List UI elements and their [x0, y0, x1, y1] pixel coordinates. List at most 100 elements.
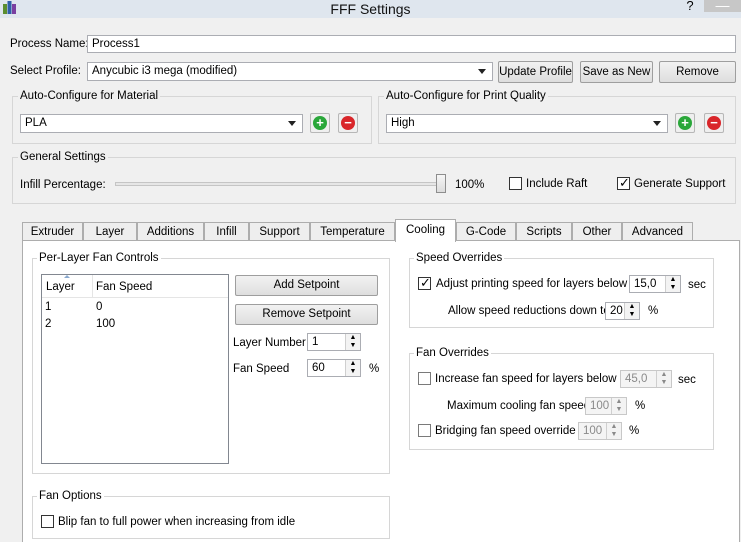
fan-speed-spinbox[interactable]: 60 ▲ ▼: [307, 359, 361, 377]
increase-fan-spinbox[interactable]: 45,0 ▲ ▼: [620, 370, 672, 388]
spin-arrows-icon[interactable]: ▲ ▼: [345, 334, 360, 350]
remove-material-button[interactable]: −: [338, 113, 358, 133]
table-row[interactable]: 1 0: [42, 300, 228, 316]
close-button[interactable]: —: [704, 0, 741, 12]
generate-support-label: Generate Support: [634, 178, 726, 190]
speed-overrides-title: Speed Overrides: [414, 252, 505, 264]
remove-setpoint-button[interactable]: Remove Setpoint: [235, 304, 378, 325]
infill-percentage-value: 100%: [455, 179, 485, 191]
minus-icon: −: [707, 116, 721, 130]
bridging-fan-value: 100: [583, 425, 603, 437]
fan-speed-label: Fan Speed: [233, 363, 290, 375]
tab-other[interactable]: Other: [572, 222, 622, 241]
table-cell: 1: [45, 301, 52, 313]
add-quality-button[interactable]: +: [675, 113, 695, 133]
tab-support[interactable]: Support: [249, 222, 310, 241]
update-profile-button[interactable]: Update Profile: [498, 61, 573, 83]
bridging-fan-checkbox[interactable]: [418, 424, 431, 437]
increase-fan-checkbox[interactable]: [418, 372, 431, 385]
fan-options-title: Fan Options: [37, 490, 104, 502]
quality-select[interactable]: High: [386, 114, 668, 133]
profile-select[interactable]: Anycubic i3 mega (modified): [87, 62, 493, 81]
fan-speed-unit: %: [369, 363, 380, 375]
window-title: FFF Settings: [330, 1, 411, 17]
blip-fan-checkbox[interactable]: [41, 515, 54, 528]
quality-select-value: High: [391, 117, 415, 129]
infill-percentage-label: Infill Percentage:: [20, 179, 106, 191]
process-name-input[interactable]: Process1: [87, 35, 736, 53]
chevron-down-icon: [478, 69, 486, 74]
material-select[interactable]: PLA: [20, 114, 303, 133]
material-group-title: Auto-Configure for Material: [18, 90, 161, 102]
table-cell: 2: [45, 318, 52, 330]
table-row[interactable]: 2 100: [42, 317, 228, 333]
help-button[interactable]: ?: [682, 0, 698, 12]
tab-additions[interactable]: Additions: [137, 222, 204, 241]
max-cooling-spinbox[interactable]: 100 ▲ ▼: [585, 397, 627, 415]
process-name-label: Process Name:: [10, 38, 89, 50]
spin-arrows-icon[interactable]: ▲ ▼: [624, 303, 639, 319]
tab-scripts[interactable]: Scripts: [516, 222, 572, 241]
tab-cooling[interactable]: Cooling: [395, 219, 456, 242]
allow-reductions-label: Allow speed reductions down to: [448, 305, 610, 317]
tab-extruder[interactable]: Extruder: [22, 222, 83, 241]
spin-arrows-icon[interactable]: ▲ ▼: [606, 423, 621, 439]
adjust-speed-checkbox[interactable]: [418, 275, 431, 291]
column-header-layer[interactable]: Layer: [46, 281, 75, 293]
spin-arrows-icon[interactable]: ▲ ▼: [345, 360, 360, 376]
infill-slider-handle[interactable]: [436, 174, 446, 193]
include-raft-label: Include Raft: [526, 178, 588, 190]
plus-icon: +: [678, 116, 692, 130]
tab-infill[interactable]: Infill: [204, 222, 249, 241]
increase-fan-value: 45,0: [625, 373, 648, 385]
sort-arrow-icon: [64, 275, 70, 278]
save-as-new-button[interactable]: Save as New: [580, 61, 653, 83]
add-setpoint-button[interactable]: Add Setpoint: [235, 275, 378, 296]
adjust-speed-spinbox[interactable]: 15,0 ▲ ▼: [629, 275, 681, 293]
allow-reductions-unit: %: [648, 305, 659, 317]
adjust-speed-unit: sec: [688, 279, 706, 291]
allow-reductions-value: 20: [610, 305, 623, 317]
per-layer-fan-title: Per-Layer Fan Controls: [37, 252, 161, 264]
spin-arrows-icon[interactable]: ▲ ▼: [611, 398, 626, 414]
chevron-down-icon: [288, 121, 296, 126]
infill-slider-track[interactable]: [115, 182, 446, 186]
blip-fan-label: Blip fan to full power when increasing f…: [58, 516, 296, 528]
column-header-fan-speed[interactable]: Fan Speed: [96, 281, 152, 293]
generate-support-checkbox[interactable]: [617, 175, 630, 191]
add-material-button[interactable]: +: [310, 113, 330, 133]
tab-advanced[interactable]: Advanced: [622, 222, 693, 241]
column-divider: [92, 275, 93, 297]
speed-overrides-group: [409, 258, 714, 328]
adjust-speed-label: Adjust printing speed for layers below: [436, 278, 628, 290]
include-raft-checkbox[interactable]: [509, 177, 522, 190]
max-cooling-value: 100: [590, 400, 610, 412]
layer-number-spinbox[interactable]: 1 ▲ ▼: [307, 333, 361, 351]
chevron-down-icon: [653, 121, 661, 126]
tab-gcode[interactable]: G-Code: [456, 222, 516, 241]
material-select-value: PLA: [25, 117, 47, 129]
select-profile-label: Select Profile:: [10, 65, 81, 77]
minus-icon: −: [341, 116, 355, 130]
fan-overrides-title: Fan Overrides: [414, 347, 491, 359]
tab-temperature[interactable]: Temperature: [310, 222, 395, 241]
increase-fan-unit: sec: [678, 374, 696, 386]
remove-profile-button[interactable]: Remove: [659, 61, 736, 83]
general-settings-title: General Settings: [18, 151, 108, 163]
increase-fan-label: Increase fan speed for layers below: [435, 373, 617, 385]
adjust-speed-value: 15,0: [634, 278, 657, 290]
bridging-fan-spinbox[interactable]: 100 ▲ ▼: [578, 422, 622, 440]
remove-quality-button[interactable]: −: [704, 113, 724, 133]
fan-setpoint-table[interactable]: Layer Fan Speed 1 0 2 100: [41, 274, 229, 464]
tab-layer[interactable]: Layer: [83, 222, 137, 241]
spin-arrows-icon[interactable]: ▲ ▼: [665, 276, 680, 292]
fan-speed-value: 60: [312, 362, 325, 374]
layer-number-value: 1: [312, 336, 319, 348]
table-cell: 100: [96, 318, 116, 330]
allow-reductions-spinbox[interactable]: 20 ▲ ▼: [605, 302, 640, 320]
max-cooling-unit: %: [635, 400, 646, 412]
max-cooling-label: Maximum cooling fan speed: [447, 400, 591, 412]
table-cell: 0: [96, 301, 103, 313]
spin-arrows-icon[interactable]: ▲ ▼: [656, 371, 671, 387]
plus-icon: +: [313, 116, 327, 130]
